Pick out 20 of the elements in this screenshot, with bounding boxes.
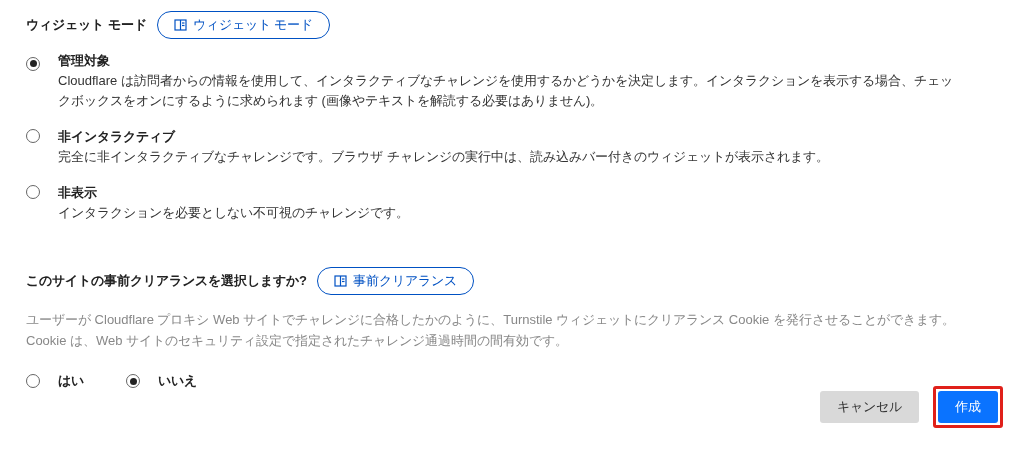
section-heading: このサイトの事前クリアランスを選択しますか? — [26, 272, 307, 290]
option-label: 非インタラクティブ — [58, 128, 177, 146]
radio-button[interactable] — [26, 56, 40, 71]
option-label: 非表示 — [58, 184, 98, 202]
book-icon — [333, 275, 347, 287]
book-icon — [173, 19, 187, 31]
cancel-button[interactable]: キャンセル — [820, 391, 919, 423]
option-label: はい — [58, 372, 84, 390]
option-label: 管理対象 — [58, 52, 111, 70]
option-label: いいえ — [158, 372, 197, 390]
radio-button[interactable] — [126, 374, 140, 388]
option-description: Cloudflare は訪問者からの情報を使用して、インタラクティブなチャレンジを使用するかどうかを決定します。インタラクションを表示する場合、チェックボックスをオンにするように求められます (画像やテキストを解読する必要はありません)。 — [58, 72, 954, 110]
radio-button[interactable] — [26, 374, 40, 388]
create-button[interactable]: 作成 — [938, 391, 998, 423]
option-description: インタラクションを必要としない不可視のチャレンジです。 — [58, 204, 409, 222]
radio-button[interactable] — [26, 129, 40, 143]
section-heading: ウィジェット モード — [26, 16, 147, 34]
radio-button[interactable] — [26, 185, 40, 199]
option-description: 完全に非インタラクティブなチャレンジです。ブラウザ チャレンジの実行中は、読み込みバー付きのウィジェットが表示されます。 — [58, 148, 829, 166]
description-text: ユーザーが Cloudflare プロキシ Web サイトでチャレンジに合格したかのように、Turnstile ウィジェットにクリアランス Cookie を発行させることができます。Cookie は、Web サイトのセキュリティ設定で指定されたチャレンジ通過時間の間有効です。 — [26, 311, 956, 350]
